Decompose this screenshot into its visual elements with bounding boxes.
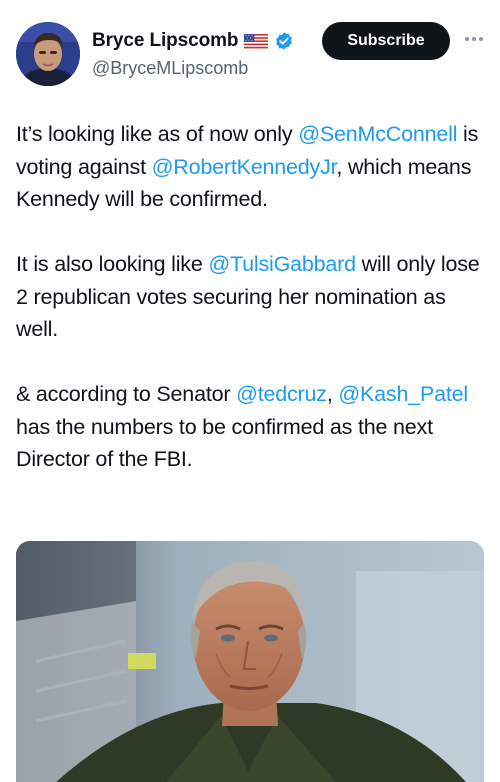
tweet-text-segment: , <box>326 382 339 406</box>
mention-link[interactable]: @TulsiGabbard <box>208 252 356 276</box>
us-flag-icon <box>244 33 269 49</box>
tweet-text-segment: has the numbers to be confirmed as the n… <box>16 414 433 472</box>
more-options-icon[interactable] <box>462 32 486 46</box>
tweet-paragraph: It’s looking like as of now only @SenMcC… <box>16 118 486 216</box>
author-display-name[interactable]: Bryce Lipscomb <box>92 30 239 52</box>
verified-badge-icon <box>274 31 294 51</box>
tweet-text-segment: It is also looking like <box>16 252 209 276</box>
tweet-text-segment: & according to Senator <box>16 382 237 406</box>
tweet-text-segment: It’s looking like as of now only <box>16 122 299 146</box>
tweet-text: It’s looking like as of now only @SenMcC… <box>16 118 486 476</box>
mention-link[interactable]: @Kash_Patel <box>338 382 468 406</box>
mention-link[interactable]: @RobertKennedyJr <box>152 155 337 179</box>
mention-link[interactable]: @SenMcConnell <box>298 122 457 146</box>
mention-link[interactable]: @tedcruz <box>236 382 327 406</box>
tweet-header: Bryce Lipscomb @BryceMLipscomb Subscribe <box>0 0 500 100</box>
tweet-paragraph: It is also looking like @TulsiGabbard wi… <box>16 248 486 346</box>
tweet-media-image[interactable] <box>16 541 484 782</box>
author-handle[interactable]: @BryceMLipscomb <box>92 58 248 79</box>
author-name-row: Bryce Lipscomb <box>92 30 294 52</box>
tweet-paragraph: & according to Senator @tedcruz, @Kash_P… <box>16 378 486 476</box>
avatar[interactable] <box>16 22 80 86</box>
subscribe-button[interactable]: Subscribe <box>322 22 450 60</box>
